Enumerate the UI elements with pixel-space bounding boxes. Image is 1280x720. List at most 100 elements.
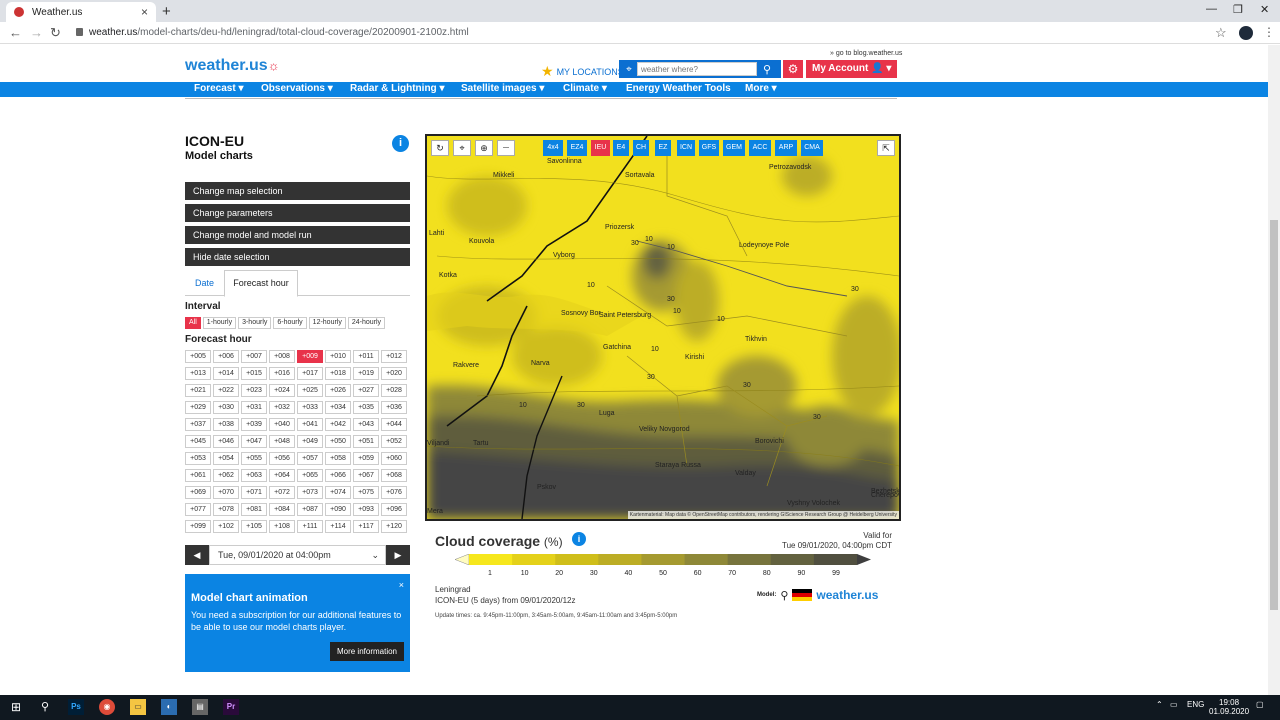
cloud-coverage-map[interactable]: ↻ ⌖ ⊕ ⎯⎯ 4x4 EZ4 IEU E4 CH EZ ICN GFS GEM ACC ARP C… (425, 134, 901, 521)
minimize-icon[interactable]: — (1206, 3, 1217, 15)
forecast-hour-option[interactable]: +062 (213, 469, 239, 482)
nav-forecast[interactable]: Forecast ▾ (194, 83, 243, 94)
nav-radar-lightning[interactable]: Radar & Lightning ▾ (350, 83, 444, 94)
forecast-hour-option[interactable]: +012 (381, 350, 407, 363)
photoshop-icon[interactable]: Ps (68, 699, 84, 715)
forecast-hour-option[interactable]: +071 (241, 486, 267, 499)
interval-option[interactable]: 12-hourly (308, 317, 346, 329)
clock[interactable]: 19:08 01.09.2020 (1209, 698, 1249, 716)
forecast-hour-option[interactable]: +117 (353, 520, 379, 533)
settings-gear-button[interactable]: ⚙ (783, 60, 803, 78)
model-button[interactable]: E4 (613, 140, 629, 156)
forecast-hour-option[interactable]: +105 (241, 520, 267, 533)
app-icon-2[interactable]: ▤ (192, 699, 208, 715)
interval-option[interactable]: 6-hourly (273, 317, 307, 329)
forecast-hour-option[interactable]: +023 (241, 384, 267, 397)
forecast-hour-option[interactable]: +009 (297, 350, 323, 363)
forecast-hour-option[interactable]: +017 (297, 367, 323, 380)
page-scrollbar[interactable] (1268, 45, 1280, 695)
search-input[interactable] (637, 62, 757, 76)
refresh-icon[interactable]: ↻ (431, 140, 449, 156)
more-information-button[interactable]: More information (329, 642, 404, 661)
location-pin-icon[interactable]: ⌖ (621, 64, 637, 75)
forecast-hour-option[interactable]: +006 (213, 350, 239, 363)
forecast-hour-option[interactable]: +028 (381, 384, 407, 397)
forecast-hour-option[interactable]: +087 (297, 503, 323, 516)
scrollbar-thumb[interactable] (1270, 220, 1278, 610)
forecast-hour-option[interactable]: +073 (297, 486, 323, 499)
close-tab-icon[interactable]: × (141, 5, 148, 19)
forecast-hour-option[interactable]: +111 (297, 520, 323, 533)
legend-info-icon[interactable]: i (572, 532, 586, 546)
forecast-hour-option[interactable]: +059 (353, 452, 379, 465)
forecast-hour-option[interactable]: +014 (213, 367, 239, 380)
forecast-hour-option[interactable]: +063 (241, 469, 267, 482)
forecast-hour-option[interactable]: +031 (241, 401, 267, 414)
app-icon[interactable]: ◐ (161, 699, 177, 715)
forecast-hour-option[interactable]: +078 (213, 503, 239, 516)
forecast-hour-option[interactable]: +084 (269, 503, 295, 516)
forecast-hour-option[interactable]: +007 (241, 350, 267, 363)
forecast-hour-option[interactable]: +120 (381, 520, 407, 533)
notification-icon[interactable]: ▢ (1256, 700, 1264, 709)
search-icon[interactable]: ⚲ (757, 63, 777, 76)
new-tab-icon[interactable]: + (162, 3, 171, 20)
forecast-hour-option[interactable]: +038 (213, 418, 239, 431)
forecast-hour-option[interactable]: +050 (325, 435, 351, 448)
site-logo[interactable]: weather.us☼ (185, 57, 280, 75)
next-arrow-button[interactable]: ▶ (386, 545, 410, 565)
nav-more[interactable]: More ▾ (745, 83, 777, 94)
nav-satellite-images[interactable]: Satellite images ▾ (461, 83, 544, 94)
windows-start-icon[interactable]: ⊞ (8, 699, 24, 715)
model-button[interactable]: ACC (749, 140, 771, 156)
forecast-hour-option[interactable]: +060 (381, 452, 407, 465)
forecast-hour-option[interactable]: +033 (297, 401, 323, 414)
forecast-hour-option[interactable]: +072 (269, 486, 295, 499)
change-parameters-button[interactable]: Change parameters (185, 204, 410, 222)
forecast-hour-option[interactable]: +099 (185, 520, 211, 533)
forecast-hour-option[interactable]: +048 (269, 435, 295, 448)
forecast-hour-option[interactable]: +054 (213, 452, 239, 465)
forecast-hour-option[interactable]: +037 (185, 418, 211, 431)
forecast-hour-option[interactable]: +052 (381, 435, 407, 448)
forecast-hour-option[interactable]: +066 (325, 469, 351, 482)
nav-climate[interactable]: Climate ▾ (563, 83, 607, 94)
forecast-hour-option[interactable]: +058 (325, 452, 351, 465)
my-locations-link[interactable]: ★ MY LOCATIONS (541, 63, 624, 80)
model-button[interactable]: IEU (591, 140, 610, 156)
forecast-hour-option[interactable]: +015 (241, 367, 267, 380)
network-icon[interactable]: ▭ (1170, 700, 1178, 709)
model-button[interactable]: CMA (801, 140, 823, 156)
forecast-hour-option[interactable]: +114 (325, 520, 351, 533)
browser-tab[interactable]: Weather.us × (6, 2, 156, 22)
forecast-hour-option[interactable]: +055 (241, 452, 267, 465)
forecast-hour-option[interactable]: +056 (269, 452, 295, 465)
tray-chevron-icon[interactable]: ⌃ (1156, 700, 1163, 709)
model-button[interactable]: 4x4 (543, 140, 563, 156)
forecast-hour-option[interactable]: +074 (325, 486, 351, 499)
forecast-hour-option[interactable]: +027 (353, 384, 379, 397)
forecast-hour-option[interactable]: +064 (269, 469, 295, 482)
profile-avatar[interactable] (1239, 26, 1253, 40)
info-icon[interactable]: i (392, 135, 409, 152)
forecast-hour-option[interactable]: +070 (213, 486, 239, 499)
forecast-hour-option[interactable]: +011 (353, 350, 379, 363)
forecast-hour-option[interactable]: +010 (325, 350, 351, 363)
previous-arrow-button[interactable]: ◀ (185, 545, 209, 565)
file-explorer-icon[interactable]: ▭ (130, 699, 146, 715)
nav-observations[interactable]: Observations ▾ (261, 83, 333, 94)
forecast-hour-option[interactable]: +025 (297, 384, 323, 397)
forecast-hour-option[interactable]: +047 (241, 435, 267, 448)
chrome-icon[interactable]: ◉ (99, 699, 115, 715)
language-indicator[interactable]: ENG (1187, 700, 1204, 709)
model-button[interactable]: CH (633, 140, 649, 156)
pin-icon[interactable]: ⌖ (453, 140, 471, 156)
change-model-button[interactable]: Change model and model run (185, 226, 410, 244)
forecast-hour-option[interactable]: +043 (353, 418, 379, 431)
forecast-hour-option[interactable]: +035 (353, 401, 379, 414)
model-button[interactable]: GEM (723, 140, 745, 156)
forecast-hour-option[interactable]: +032 (269, 401, 295, 414)
my-account-button[interactable]: My Account 👤 ▾ (806, 60, 897, 78)
forecast-hour-option[interactable]: +021 (185, 384, 211, 397)
forecast-hour-option[interactable]: +039 (241, 418, 267, 431)
